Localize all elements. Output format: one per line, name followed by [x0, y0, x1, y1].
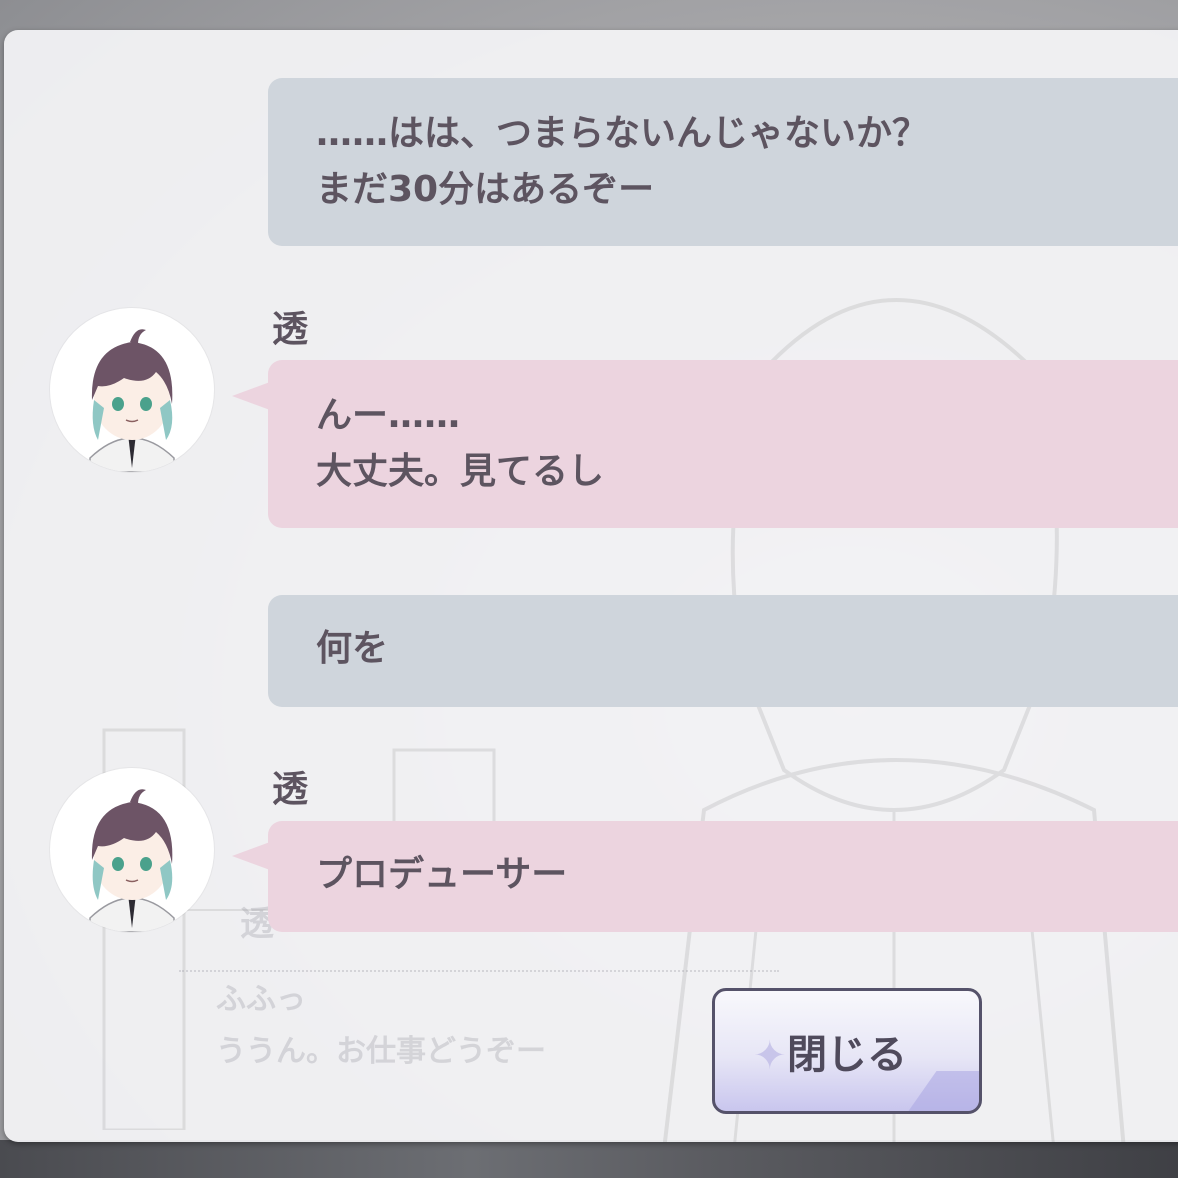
producer-message: ……はは、つまらないんじゃないか？ まだ30分はあるぞー — [268, 78, 1178, 246]
message-line: んー…… — [316, 395, 461, 436]
speaker-avatar — [50, 308, 214, 472]
idol-message: んー…… 大丈夫。見てるし — [268, 360, 1178, 528]
message-line: まだ30分はあるぞー — [316, 169, 655, 210]
producer-message: 何を — [268, 595, 1178, 707]
speaker-avatar — [50, 768, 214, 932]
background-divider — [179, 970, 779, 972]
close-button[interactable]: ✦ 閉じる — [712, 988, 982, 1114]
sparkle-icon: ✦ — [753, 1033, 787, 1079]
button-corner-accent — [901, 1071, 979, 1111]
speech-bubble-tail — [232, 842, 270, 870]
background-line-2: ううん。お仕事どうぞー — [216, 1034, 546, 1069]
chibi-portrait-icon — [89, 329, 175, 472]
message-line: 何を — [316, 628, 389, 669]
background-line-1: ふふっ — [216, 982, 306, 1017]
message-line: 大丈夫。見てるし — [316, 451, 605, 492]
speech-bubble-tail — [232, 382, 270, 410]
dialogue-log-panel[interactable]: 透 ふふっ ううん。お仕事どうぞー ……はは、つまらないんじゃないか？ まだ30… — [4, 30, 1178, 1142]
chibi-portrait-icon — [89, 789, 175, 932]
message-line: ……はは、つまらないんじゃないか？ — [316, 113, 929, 154]
idol-message: プロデューサー — [268, 821, 1178, 932]
message-line: プロデューサー — [316, 854, 568, 895]
speaker-name: 透 — [272, 309, 309, 350]
background-strip — [0, 1140, 1178, 1178]
speaker-name: 透 — [272, 769, 309, 810]
close-button-label: 閉じる — [787, 1032, 907, 1078]
